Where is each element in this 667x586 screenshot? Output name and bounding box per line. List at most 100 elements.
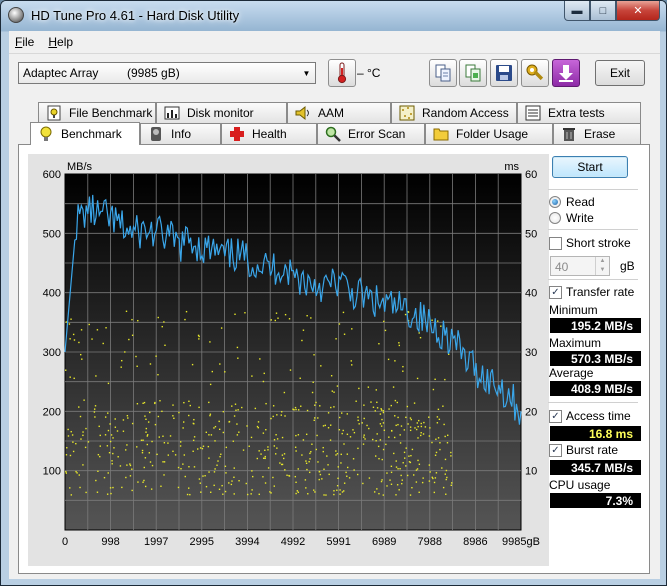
access-time-point [140, 439, 143, 441]
tab-file-benchmark[interactable]: File Benchmark [38, 102, 156, 123]
access-time-point [276, 447, 278, 449]
access-time-point [65, 321, 68, 323]
tab-benchmark[interactable]: Benchmark [30, 122, 140, 145]
access-time-point [66, 447, 68, 449]
y-tick-label-right: 40 [525, 288, 537, 300]
access-time-point [406, 474, 409, 477]
access-time-point [246, 493, 249, 496]
access-time-point [450, 451, 452, 454]
short-stroke-stepper[interactable]: 40 ▲ ▼ [550, 256, 610, 276]
access-time-point [210, 491, 212, 493]
access-time-point [368, 477, 371, 479]
access-time-point [421, 481, 424, 484]
access-time-point [272, 476, 274, 479]
access-time-point [235, 409, 237, 411]
tab-random-access-label: Random Access [422, 106, 509, 120]
access-time-point [147, 421, 150, 423]
burst-rate-checkbox[interactable]: ✓ Burst rate [549, 443, 618, 457]
tab-error-scan[interactable]: Error Scan [317, 123, 425, 144]
access-time-point [251, 375, 253, 377]
access-time-point [117, 456, 119, 458]
access-time-point [294, 406, 297, 409]
file-benchmark-icon [45, 105, 63, 121]
access-time-point [88, 323, 90, 326]
average-label: Average [549, 366, 594, 380]
tab-extra-tests[interactable]: Extra tests [517, 102, 641, 123]
write-radio[interactable]: Write [549, 211, 594, 225]
menu-file[interactable]: File [15, 35, 34, 49]
transfer-rate-checkbox[interactable]: ✓ Transfer rate [549, 285, 634, 299]
start-button[interactable]: Start [552, 156, 628, 178]
access-time-point [315, 401, 317, 404]
title-bar[interactable]: HD Tune Pro 4.61 - Hard Disk Utility ▬ □… [1, 1, 666, 31]
options-button[interactable] [521, 59, 549, 87]
access-time-point [372, 438, 374, 441]
access-time-point [444, 378, 446, 381]
access-time-point [97, 453, 100, 456]
short-stroke-label: Short stroke [566, 236, 631, 250]
access-time-point [307, 493, 309, 495]
temperature-button[interactable] [328, 59, 356, 87]
access-time-point [288, 318, 291, 320]
access-time-point [281, 454, 284, 456]
access-time-point [357, 419, 359, 422]
access-time-point [245, 482, 247, 485]
access-time-point [337, 477, 339, 479]
tab-aam[interactable]: AAM [287, 102, 391, 123]
tab-erase[interactable]: Erase [553, 123, 641, 144]
access-time-point [67, 435, 70, 437]
access-time-point [109, 423, 111, 425]
access-time-point [107, 472, 109, 474]
access-time-point [87, 441, 90, 443]
stepper-arrows-icon[interactable]: ▲ ▼ [595, 257, 609, 275]
tab-random-access[interactable]: Random Access [391, 102, 517, 123]
short-stroke-checkbox[interactable]: Short stroke [549, 236, 631, 250]
access-time-point [366, 424, 368, 427]
access-time-point [213, 427, 215, 429]
access-time-point [333, 490, 335, 492]
access-time-point [363, 436, 365, 438]
menu-help[interactable]: Help [48, 35, 73, 49]
tab-info[interactable]: Info [140, 123, 221, 144]
access-time-point [343, 333, 346, 335]
checkmark-icon: ✓ [549, 409, 562, 423]
access-time-point [308, 460, 310, 463]
tab-folder-usage[interactable]: Folder Usage [425, 123, 553, 144]
access-time-checkbox[interactable]: ✓ Access time [549, 409, 631, 423]
access-time-point [429, 471, 431, 473]
read-radio[interactable]: Read [549, 195, 595, 209]
minimize-button[interactable]: ▬ [564, 1, 590, 21]
divider-line [548, 229, 638, 230]
access-time-point [192, 439, 195, 442]
save-button[interactable] [490, 59, 518, 87]
access-time-point [84, 446, 87, 449]
access-time-point [179, 441, 182, 443]
access-time-point [376, 407, 379, 409]
drive-select[interactable]: Adaptec Array (9985 gB) ▼ [18, 62, 316, 84]
access-time-point [209, 383, 212, 386]
access-time-point [424, 426, 427, 428]
cpu-usage-label: CPU usage [549, 478, 611, 492]
y-tick-label-right: 50 [525, 228, 537, 240]
access-time-point [405, 447, 407, 449]
tab-disk-monitor[interactable]: Disk monitor [156, 102, 287, 123]
close-button[interactable]: ✕ [616, 1, 660, 21]
exit-button[interactable]: Exit [595, 60, 645, 86]
maximize-button[interactable]: □ [590, 1, 616, 21]
access-time-point [415, 428, 418, 431]
access-time-point [73, 339, 76, 341]
access-time-point [198, 478, 201, 480]
copy-text-button[interactable] [429, 59, 457, 87]
access-time-point [221, 484, 223, 487]
access-time-point [304, 479, 307, 481]
download-button[interactable] [552, 59, 580, 87]
access-time-point [109, 487, 112, 489]
access-time-point [380, 409, 383, 411]
access-time-point [432, 388, 435, 391]
trash-icon [560, 126, 578, 142]
tab-health[interactable]: Health [221, 123, 317, 144]
copy-screenshot-button[interactable] [459, 59, 487, 87]
access-time-point [78, 341, 80, 344]
access-time-point [423, 421, 425, 424]
access-time-point [145, 427, 148, 430]
